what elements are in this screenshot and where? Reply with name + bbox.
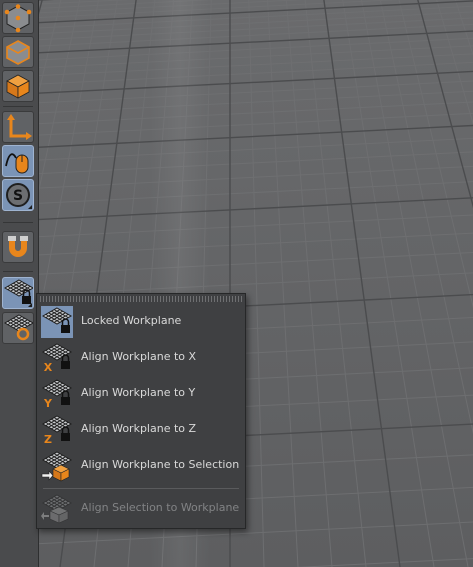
align-workplane-y-icon: Y [41, 379, 73, 410]
menu-item-align-z[interactable]: Z Align Workplane to Z [39, 413, 243, 447]
flyout-grip[interactable] [40, 296, 242, 302]
align-selection-workplane-icon [41, 494, 73, 524]
polygon-mode-icon [6, 74, 30, 99]
edge-mode-icon [6, 40, 30, 65]
locked-workplane-icon [41, 306, 73, 338]
align-workplane-selection-icon [41, 451, 73, 482]
svg-text:S: S [13, 188, 23, 204]
magnet-button[interactable] [2, 231, 34, 263]
menu-item-label: Locked Workplane [81, 314, 182, 327]
svg-text:X: X [44, 361, 53, 374]
align-workplane-z-icon: Z [41, 415, 73, 446]
polygon-mode-button[interactable] [2, 70, 34, 102]
workplane-flyout-menu: Locked Workplane X Align Workplane to X … [36, 293, 246, 529]
left-toolbar: S [0, 0, 39, 567]
axis-icon [7, 114, 32, 140]
workplane-button[interactable] [2, 277, 34, 309]
align-workplane-x-icon: X [41, 343, 73, 374]
menu-item-align-y[interactable]: Y Align Workplane to Y [39, 377, 243, 411]
menu-item-align-selection-to-workplane[interactable]: Align Selection to Workplane [39, 492, 243, 526]
mouse-tweak-icon [5, 153, 29, 174]
axis-mode-button[interactable] [2, 111, 34, 143]
menu-item-label: Align Selection to Workplane [81, 501, 240, 514]
menu-item-locked-workplane[interactable]: Locked Workplane [39, 305, 243, 339]
point-mode-button[interactable] [2, 2, 34, 34]
tweak-mode-button[interactable] [2, 145, 34, 177]
workplane-rotate-icon [3, 314, 33, 341]
svg-text:Y: Y [43, 397, 53, 410]
workplane-alt-button[interactable] [2, 312, 34, 344]
magnet-icon [8, 236, 28, 257]
edge-mode-button[interactable] [2, 36, 34, 68]
menu-separator [43, 488, 239, 489]
menu-item-align-selection[interactable]: Align Workplane to Selection [39, 449, 243, 483]
menu-item-label: Align Workplane to Selection [81, 458, 240, 471]
snap-button[interactable]: S [2, 179, 34, 211]
menu-item-label: Align Workplane to Y [81, 386, 196, 399]
menu-item-label: Align Workplane to X [81, 350, 197, 363]
svg-text:Z: Z [44, 433, 52, 446]
menu-item-label: Align Workplane to Z [81, 422, 197, 435]
menu-item-align-x[interactable]: X Align Workplane to X [39, 341, 243, 375]
point-mode-icon [4, 4, 32, 33]
